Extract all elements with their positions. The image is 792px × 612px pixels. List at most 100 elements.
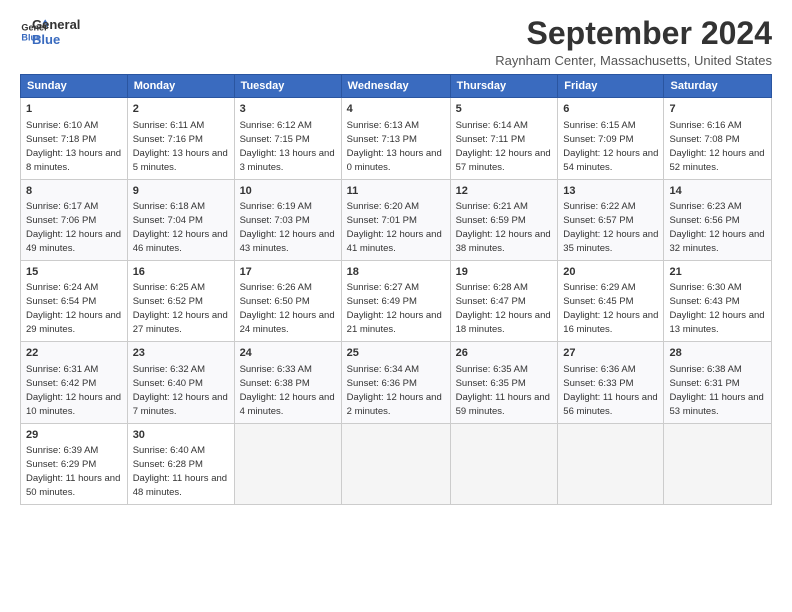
day-cell: 2 Sunrise: 6:11 AMSunset: 7:16 PMDayligh… bbox=[127, 98, 234, 179]
day-cell: 25 Sunrise: 6:34 AMSunset: 6:36 PMDaylig… bbox=[341, 342, 450, 423]
day-info: Sunrise: 6:11 AMSunset: 7:16 PMDaylight:… bbox=[133, 120, 228, 173]
day-info: Sunrise: 6:33 AMSunset: 6:38 PMDaylight:… bbox=[240, 364, 335, 417]
day-number: 1 bbox=[26, 102, 122, 117]
day-number: 19 bbox=[456, 265, 553, 280]
day-cell bbox=[664, 423, 772, 504]
logo-line2: Blue bbox=[32, 33, 80, 48]
day-number: 4 bbox=[347, 102, 445, 117]
col-header-monday: Monday bbox=[127, 75, 234, 98]
page: General Blue General Blue September 2024… bbox=[0, 0, 792, 612]
day-cell: 9 Sunrise: 6:18 AMSunset: 7:04 PMDayligh… bbox=[127, 179, 234, 260]
day-cell: 13 Sunrise: 6:22 AMSunset: 6:57 PMDaylig… bbox=[558, 179, 664, 260]
day-info: Sunrise: 6:36 AMSunset: 6:33 PMDaylight:… bbox=[563, 364, 657, 417]
day-number: 26 bbox=[456, 346, 553, 361]
day-info: Sunrise: 6:20 AMSunset: 7:01 PMDaylight:… bbox=[347, 201, 442, 254]
logo: General Blue General Blue bbox=[20, 16, 80, 48]
calendar-title: September 2024 bbox=[495, 16, 772, 51]
day-info: Sunrise: 6:34 AMSunset: 6:36 PMDaylight:… bbox=[347, 364, 442, 417]
day-cell: 30 Sunrise: 6:40 AMSunset: 6:28 PMDaylig… bbox=[127, 423, 234, 504]
day-info: Sunrise: 6:16 AMSunset: 7:08 PMDaylight:… bbox=[669, 120, 764, 173]
week-row-2: 8 Sunrise: 6:17 AMSunset: 7:06 PMDayligh… bbox=[21, 179, 772, 260]
day-number: 25 bbox=[347, 346, 445, 361]
day-cell: 26 Sunrise: 6:35 AMSunset: 6:35 PMDaylig… bbox=[450, 342, 558, 423]
day-info: Sunrise: 6:23 AMSunset: 6:56 PMDaylight:… bbox=[669, 201, 764, 254]
day-info: Sunrise: 6:40 AMSunset: 6:28 PMDaylight:… bbox=[133, 445, 227, 498]
week-row-3: 15 Sunrise: 6:24 AMSunset: 6:54 PMDaylig… bbox=[21, 260, 772, 341]
day-info: Sunrise: 6:22 AMSunset: 6:57 PMDaylight:… bbox=[563, 201, 658, 254]
day-number: 27 bbox=[563, 346, 658, 361]
day-info: Sunrise: 6:15 AMSunset: 7:09 PMDaylight:… bbox=[563, 120, 658, 173]
day-info: Sunrise: 6:26 AMSunset: 6:50 PMDaylight:… bbox=[240, 282, 335, 335]
day-cell: 28 Sunrise: 6:38 AMSunset: 6:31 PMDaylig… bbox=[664, 342, 772, 423]
day-number: 10 bbox=[240, 184, 336, 199]
day-info: Sunrise: 6:19 AMSunset: 7:03 PMDaylight:… bbox=[240, 201, 335, 254]
week-row-5: 29 Sunrise: 6:39 AMSunset: 6:29 PMDaylig… bbox=[21, 423, 772, 504]
day-info: Sunrise: 6:29 AMSunset: 6:45 PMDaylight:… bbox=[563, 282, 658, 335]
day-info: Sunrise: 6:28 AMSunset: 6:47 PMDaylight:… bbox=[456, 282, 551, 335]
day-info: Sunrise: 6:17 AMSunset: 7:06 PMDaylight:… bbox=[26, 201, 121, 254]
day-cell: 29 Sunrise: 6:39 AMSunset: 6:29 PMDaylig… bbox=[21, 423, 128, 504]
day-cell bbox=[450, 423, 558, 504]
day-number: 7 bbox=[669, 102, 766, 117]
day-info: Sunrise: 6:31 AMSunset: 6:42 PMDaylight:… bbox=[26, 364, 121, 417]
day-number: 2 bbox=[133, 102, 229, 117]
day-number: 28 bbox=[669, 346, 766, 361]
day-cell: 5 Sunrise: 6:14 AMSunset: 7:11 PMDayligh… bbox=[450, 98, 558, 179]
title-block: September 2024 Raynham Center, Massachus… bbox=[495, 16, 772, 68]
day-info: Sunrise: 6:12 AMSunset: 7:15 PMDaylight:… bbox=[240, 120, 335, 173]
day-number: 18 bbox=[347, 265, 445, 280]
day-number: 15 bbox=[26, 265, 122, 280]
header-row: SundayMondayTuesdayWednesdayThursdayFrid… bbox=[21, 75, 772, 98]
header: General Blue General Blue September 2024… bbox=[20, 16, 772, 68]
day-number: 24 bbox=[240, 346, 336, 361]
col-header-wednesday: Wednesday bbox=[341, 75, 450, 98]
day-info: Sunrise: 6:38 AMSunset: 6:31 PMDaylight:… bbox=[669, 364, 763, 417]
day-cell bbox=[558, 423, 664, 504]
day-cell: 10 Sunrise: 6:19 AMSunset: 7:03 PMDaylig… bbox=[234, 179, 341, 260]
day-info: Sunrise: 6:13 AMSunset: 7:13 PMDaylight:… bbox=[347, 120, 442, 173]
day-info: Sunrise: 6:25 AMSunset: 6:52 PMDaylight:… bbox=[133, 282, 228, 335]
day-cell: 4 Sunrise: 6:13 AMSunset: 7:13 PMDayligh… bbox=[341, 98, 450, 179]
day-number: 17 bbox=[240, 265, 336, 280]
day-info: Sunrise: 6:35 AMSunset: 6:35 PMDaylight:… bbox=[456, 364, 550, 417]
day-number: 21 bbox=[669, 265, 766, 280]
day-cell: 18 Sunrise: 6:27 AMSunset: 6:49 PMDaylig… bbox=[341, 260, 450, 341]
day-cell: 6 Sunrise: 6:15 AMSunset: 7:09 PMDayligh… bbox=[558, 98, 664, 179]
day-number: 5 bbox=[456, 102, 553, 117]
col-header-thursday: Thursday bbox=[450, 75, 558, 98]
col-header-friday: Friday bbox=[558, 75, 664, 98]
day-cell: 23 Sunrise: 6:32 AMSunset: 6:40 PMDaylig… bbox=[127, 342, 234, 423]
day-number: 30 bbox=[133, 428, 229, 443]
day-cell: 19 Sunrise: 6:28 AMSunset: 6:47 PMDaylig… bbox=[450, 260, 558, 341]
day-info: Sunrise: 6:30 AMSunset: 6:43 PMDaylight:… bbox=[669, 282, 764, 335]
week-row-1: 1 Sunrise: 6:10 AMSunset: 7:18 PMDayligh… bbox=[21, 98, 772, 179]
day-number: 6 bbox=[563, 102, 658, 117]
day-info: Sunrise: 6:14 AMSunset: 7:11 PMDaylight:… bbox=[456, 120, 551, 173]
logo-line1: General bbox=[32, 18, 80, 33]
day-cell: 8 Sunrise: 6:17 AMSunset: 7:06 PMDayligh… bbox=[21, 179, 128, 260]
col-header-tuesday: Tuesday bbox=[234, 75, 341, 98]
day-cell: 1 Sunrise: 6:10 AMSunset: 7:18 PMDayligh… bbox=[21, 98, 128, 179]
day-info: Sunrise: 6:39 AMSunset: 6:29 PMDaylight:… bbox=[26, 445, 120, 498]
col-header-sunday: Sunday bbox=[21, 75, 128, 98]
day-number: 8 bbox=[26, 184, 122, 199]
day-cell: 11 Sunrise: 6:20 AMSunset: 7:01 PMDaylig… bbox=[341, 179, 450, 260]
day-number: 20 bbox=[563, 265, 658, 280]
day-info: Sunrise: 6:24 AMSunset: 6:54 PMDaylight:… bbox=[26, 282, 121, 335]
day-cell: 22 Sunrise: 6:31 AMSunset: 6:42 PMDaylig… bbox=[21, 342, 128, 423]
day-cell bbox=[234, 423, 341, 504]
day-number: 12 bbox=[456, 184, 553, 199]
day-info: Sunrise: 6:27 AMSunset: 6:49 PMDaylight:… bbox=[347, 282, 442, 335]
day-number: 3 bbox=[240, 102, 336, 117]
calendar-table: SundayMondayTuesdayWednesdayThursdayFrid… bbox=[20, 74, 772, 505]
day-info: Sunrise: 6:18 AMSunset: 7:04 PMDaylight:… bbox=[133, 201, 228, 254]
day-number: 9 bbox=[133, 184, 229, 199]
day-number: 16 bbox=[133, 265, 229, 280]
calendar-subtitle: Raynham Center, Massachusetts, United St… bbox=[495, 53, 772, 68]
day-info: Sunrise: 6:32 AMSunset: 6:40 PMDaylight:… bbox=[133, 364, 228, 417]
day-cell: 24 Sunrise: 6:33 AMSunset: 6:38 PMDaylig… bbox=[234, 342, 341, 423]
day-number: 29 bbox=[26, 428, 122, 443]
day-cell: 14 Sunrise: 6:23 AMSunset: 6:56 PMDaylig… bbox=[664, 179, 772, 260]
day-number: 22 bbox=[26, 346, 122, 361]
day-number: 14 bbox=[669, 184, 766, 199]
